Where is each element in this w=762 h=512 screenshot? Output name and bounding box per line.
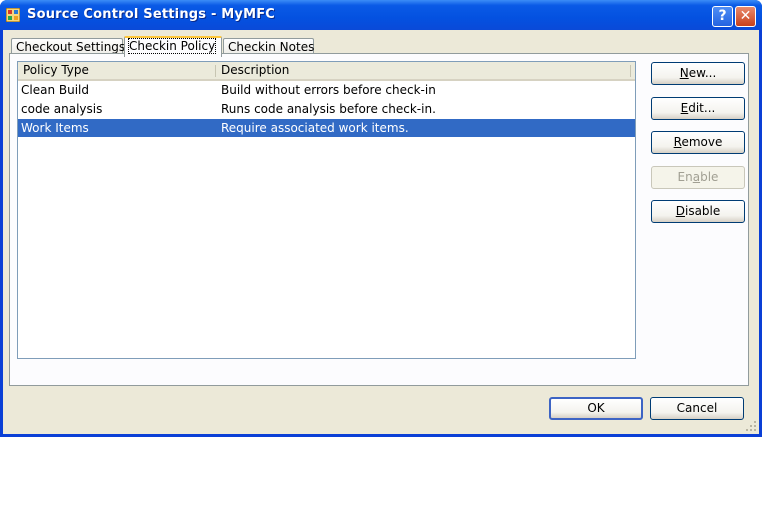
policy-type-cell: Clean Build	[21, 83, 89, 97]
button-label: En	[677, 170, 693, 184]
list-item-selected[interactable]: Work Items Require associated work items…	[18, 119, 635, 137]
enable-button[interactable]: Enable	[651, 166, 745, 189]
button-label: ew...	[688, 66, 717, 80]
checkin-policy-panel: Policy Type Description Clean Build Buil…	[9, 53, 749, 386]
button-label: ble	[700, 170, 719, 184]
policy-type-cell: code analysis	[21, 102, 103, 116]
button-label: dit...	[688, 101, 716, 115]
ok-button[interactable]: OK	[549, 397, 643, 420]
window-title: Source Control Settings - MyMFC	[27, 7, 276, 22]
edit-button[interactable]: Edit...	[651, 97, 745, 120]
cancel-button[interactable]: Cancel	[650, 397, 744, 420]
column-header-description[interactable]: Description	[216, 62, 616, 79]
help-button[interactable]: ?	[712, 6, 733, 27]
resize-grip-icon[interactable]	[745, 420, 757, 432]
list-item[interactable]: code analysis Runs code analysis before …	[18, 100, 635, 118]
mnemonic: D	[675, 204, 685, 218]
close-button[interactable]: ✕	[735, 6, 756, 27]
close-icon: ✕	[739, 8, 752, 24]
tab-checkin-policy[interactable]: Checkin Policy	[124, 36, 222, 57]
new-button[interactable]: New...	[651, 62, 745, 85]
policy-type-cell: Work Items	[21, 121, 89, 135]
mnemonic: N	[679, 66, 689, 80]
description-cell: Require associated work items.	[221, 121, 409, 135]
column-separator[interactable]	[630, 65, 631, 77]
remove-button[interactable]: Remove	[651, 131, 745, 154]
button-label: emove	[681, 135, 723, 149]
disable-button[interactable]: Disable	[651, 200, 745, 223]
app-icon	[6, 8, 20, 22]
description-cell: Runs code analysis before check-in.	[221, 102, 436, 116]
tab-label: Checkin Policy	[127, 38, 217, 54]
tab-label: Checkout Settings	[16, 40, 126, 54]
button-label: isable	[684, 204, 721, 218]
dialog-body: Checkout Settings Checkin Policy Checkin…	[3, 30, 759, 434]
list-item[interactable]: Clean Build Build without errors before …	[18, 81, 635, 99]
title-bar[interactable]: Source Control Settings - MyMFC ? ✕	[0, 0, 762, 30]
mnemonic: a	[692, 170, 701, 184]
list-header: Policy Type Description	[18, 62, 635, 81]
dialog-window: Source Control Settings - MyMFC ? ✕ Chec…	[0, 0, 762, 437]
policy-list[interactable]: Policy Type Description Clean Build Buil…	[17, 61, 636, 359]
tab-label: Checkin Notes	[228, 40, 315, 54]
column-header-policy-type[interactable]: Policy Type	[18, 62, 215, 79]
description-cell: Build without errors before check-in	[221, 83, 436, 97]
